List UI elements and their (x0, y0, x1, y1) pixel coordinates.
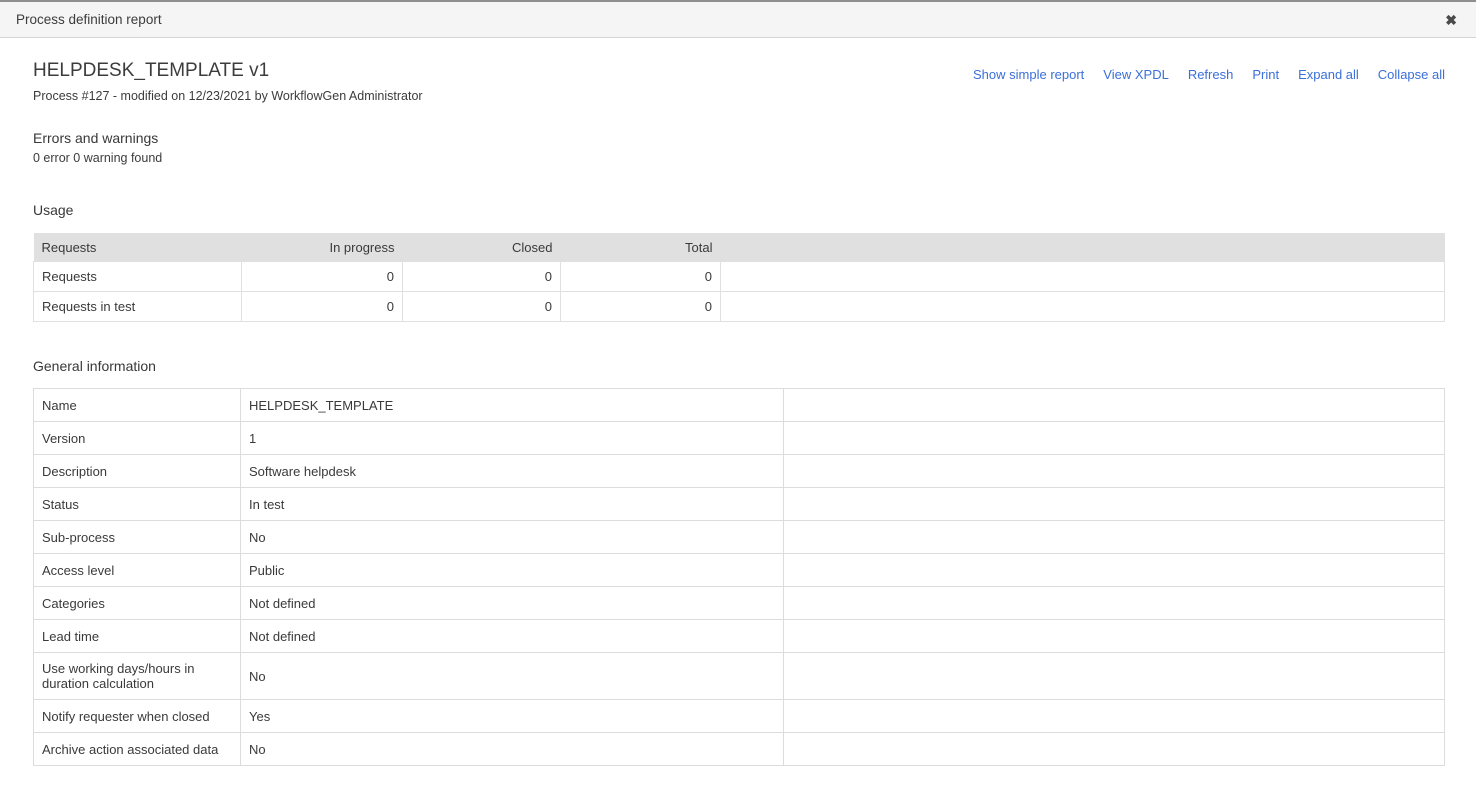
usage-in-progress-value: 0 (242, 292, 403, 322)
general-row-value: Software helpdesk (241, 455, 784, 488)
table-row: Notify requester when closed Yes (34, 700, 1445, 733)
table-row: Use working days/hours in duration calcu… (34, 653, 1445, 700)
refresh-link[interactable]: Refresh (1188, 67, 1234, 82)
usage-closed-value: 0 (403, 292, 561, 322)
show-simple-report-link[interactable]: Show simple report (973, 67, 1084, 82)
table-row: Lead time Not defined (34, 620, 1445, 653)
table-row: Version 1 (34, 422, 1445, 455)
expand-all-link[interactable]: Expand all (1298, 67, 1359, 82)
general-row-label: Version (34, 422, 241, 455)
usage-row-label: Requests (34, 262, 242, 292)
general-spacer-cell (784, 488, 1445, 521)
general-spacer-cell (784, 700, 1445, 733)
general-row-value: In test (241, 488, 784, 521)
general-row-label: Access level (34, 554, 241, 587)
usage-row-label: Requests in test (34, 292, 242, 322)
usage-header-row: Requests In progress Closed Total (34, 233, 1445, 262)
usage-col-in-progress: In progress (242, 233, 403, 262)
usage-closed-value: 0 (403, 262, 561, 292)
collapse-all-link[interactable]: Collapse all (1378, 67, 1445, 82)
table-row: Access level Public (34, 554, 1445, 587)
general-row-label: Description (34, 455, 241, 488)
table-row: Requests in test 0 0 0 (34, 292, 1445, 322)
general-row-label: Notify requester when closed (34, 700, 241, 733)
errors-heading: Errors and warnings (33, 130, 1445, 146)
general-row-label: Use working days/hours in duration calcu… (34, 653, 241, 700)
general-spacer-cell (784, 389, 1445, 422)
general-row-label: Sub-process (34, 521, 241, 554)
general-row-value: Public (241, 554, 784, 587)
errors-section: Errors and warnings 0 error 0 warning fo… (33, 130, 1445, 165)
table-row: Categories Not defined (34, 587, 1445, 620)
process-subtitle: Process #127 - modified on 12/23/2021 by… (33, 89, 423, 103)
usage-total-value: 0 (561, 292, 721, 322)
usage-total-value: 0 (561, 262, 721, 292)
table-row: Status In test (34, 488, 1445, 521)
general-row-value: 1 (241, 422, 784, 455)
general-row-label: Status (34, 488, 241, 521)
general-spacer-cell (784, 455, 1445, 488)
view-xpdl-link[interactable]: View XPDL (1103, 67, 1169, 82)
report-header: HELPDESK_TEMPLATE v1 Process #127 - modi… (33, 61, 1445, 103)
general-row-value: Not defined (241, 620, 784, 653)
table-row: Archive action associated data No (34, 733, 1445, 766)
general-spacer-cell (784, 653, 1445, 700)
table-row: Sub-process No (34, 521, 1445, 554)
general-row-label: Lead time (34, 620, 241, 653)
usage-table: Requests In progress Closed Total Reques… (33, 233, 1445, 323)
usage-spacer-cell (721, 262, 1445, 292)
report-content: HELPDESK_TEMPLATE v1 Process #127 - modi… (0, 61, 1476, 796)
general-row-value: No (241, 733, 784, 766)
general-row-value: Yes (241, 700, 784, 733)
usage-col-requests: Requests (34, 233, 242, 262)
print-link[interactable]: Print (1252, 67, 1279, 82)
general-spacer-cell (784, 554, 1445, 587)
process-title: HELPDESK_TEMPLATE v1 (33, 61, 423, 82)
general-row-label: Name (34, 389, 241, 422)
general-information-table: Name HELPDESK_TEMPLATE Version 1 Descrip… (33, 388, 1445, 766)
toolbar: Show simple report View XPDL Refresh Pri… (973, 67, 1445, 82)
general-row-label: Archive action associated data (34, 733, 241, 766)
general-information-heading: General information (33, 358, 1445, 374)
close-icon[interactable]: ✖ (1445, 13, 1457, 27)
usage-heading: Usage (33, 202, 1445, 218)
usage-spacer-cell (721, 292, 1445, 322)
general-spacer-cell (784, 733, 1445, 766)
table-row: Requests 0 0 0 (34, 262, 1445, 292)
usage-in-progress-value: 0 (242, 262, 403, 292)
table-row: Name HELPDESK_TEMPLATE (34, 389, 1445, 422)
process-title-block: HELPDESK_TEMPLATE v1 Process #127 - modi… (33, 61, 423, 103)
general-spacer-cell (784, 521, 1445, 554)
page-title: Process definition report (16, 12, 162, 27)
usage-col-closed: Closed (403, 233, 561, 262)
general-row-value: HELPDESK_TEMPLATE (241, 389, 784, 422)
general-spacer-cell (784, 422, 1445, 455)
titlebar: Process definition report ✖ (0, 0, 1476, 38)
general-row-label: Categories (34, 587, 241, 620)
general-spacer-cell (784, 587, 1445, 620)
table-row: Description Software helpdesk (34, 455, 1445, 488)
usage-col-spacer (721, 233, 1445, 262)
errors-summary: 0 error 0 warning found (33, 151, 1445, 165)
general-spacer-cell (784, 620, 1445, 653)
usage-col-total: Total (561, 233, 721, 262)
general-row-value: Not defined (241, 587, 784, 620)
general-row-value: No (241, 653, 784, 700)
general-row-value: No (241, 521, 784, 554)
